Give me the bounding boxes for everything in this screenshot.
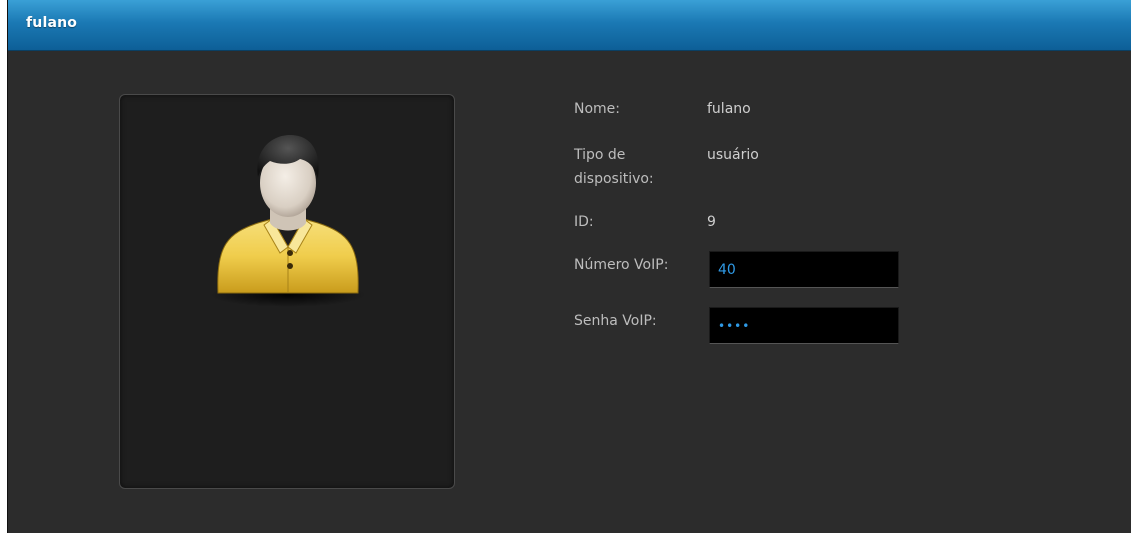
name-label: Nome: — [574, 101, 621, 117]
window-title: fulano — [26, 15, 78, 31]
name-value: fulano — [707, 101, 751, 117]
voip-number-field[interactable]: 40 — [709, 251, 899, 288]
window-content: Nome: fulano Tipo de dispositivo: usuári… — [8, 51, 1131, 533]
device-type-label: Tipo de dispositivo: — [574, 143, 704, 191]
user-avatar-icon — [210, 135, 366, 307]
id-label: ID: — [574, 214, 594, 230]
window-titlebar: fulano — [8, 0, 1131, 51]
device-type-label-line2: dispositivo: — [574, 171, 654, 187]
voip-password-field[interactable]: •••• — [709, 307, 899, 344]
avatar-panel — [119, 94, 455, 489]
device-window: fulano Nome: fulano Tipo de dispositivo:… — [7, 0, 1131, 533]
voip-password-label: Senha VoIP: — [574, 313, 657, 329]
voip-number-label: Número VoIP: — [574, 257, 669, 273]
device-type-value: usuário — [707, 147, 759, 163]
id-value: 9 — [707, 214, 716, 230]
device-type-label-line1: Tipo de — [574, 147, 626, 163]
